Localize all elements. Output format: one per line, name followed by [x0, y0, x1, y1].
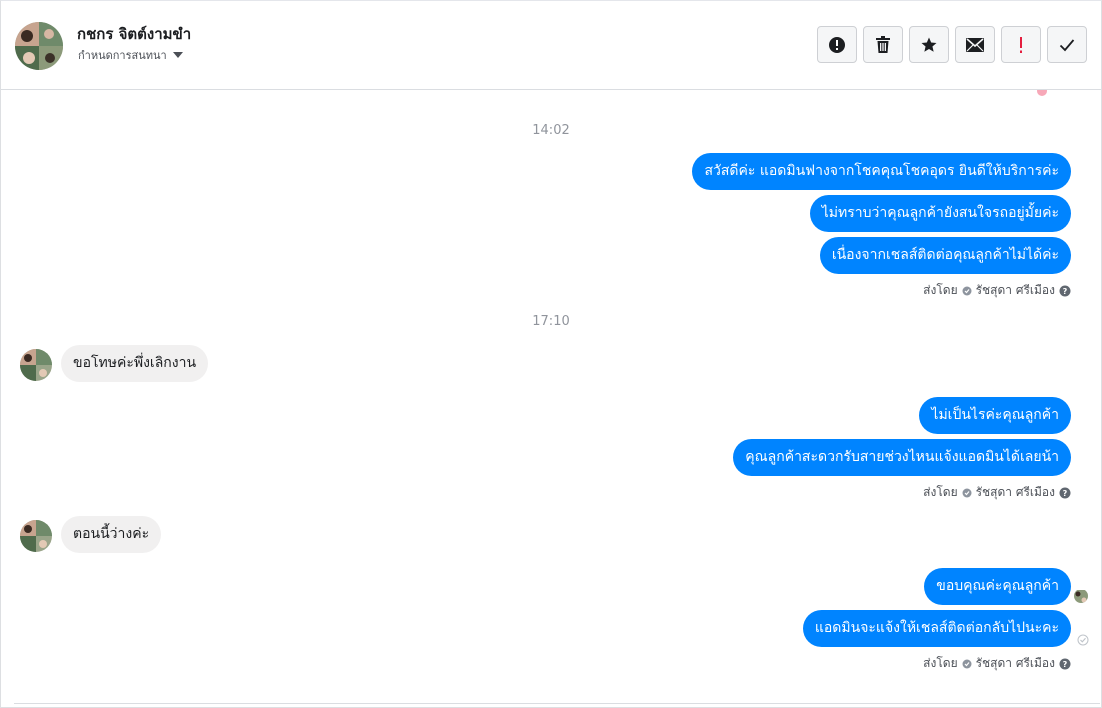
- outgoing-message[interactable]: ไม่ทราบว่าคุณลูกค้ายังสนใจรถอยู่มั้ยค่ะ: [809, 195, 1071, 232]
- outgoing-message[interactable]: สวัสดีค่ะ แอดมินฟางจากโชคคุณโชคอุดร ยินด…: [692, 153, 1071, 190]
- envelope-icon: [966, 37, 984, 52]
- contact-name[interactable]: กชกร จิตต์งามขำ: [77, 22, 191, 46]
- timestamp: 14:02: [532, 123, 570, 138]
- checkmark-icon: [1059, 38, 1075, 51]
- caret-down-icon: [172, 52, 183, 58]
- sent-by-prefix: ส่งโดย: [923, 283, 958, 297]
- outgoing-message[interactable]: ไม่เป็นไรค่ะคุณลูกค้า: [919, 397, 1071, 434]
- incoming-message[interactable]: ตอนนี้ว่างค่ะ: [61, 516, 162, 553]
- message-row: ไม่ทราบว่าคุณลูกค้ายังสนใจรถอยู่มั้ยค่ะ: [1, 195, 1101, 232]
- exclamation-icon: [1020, 36, 1022, 53]
- svg-text:?: ?: [1063, 287, 1068, 296]
- mark-unread-button[interactable]: [955, 26, 995, 63]
- sent-by-info: ส่งโดย รัชสุดา ศรีเมือง ?: [923, 281, 1071, 300]
- outgoing-message[interactable]: ขอบคุณค่ะคุณลูกค้า: [924, 568, 1071, 605]
- alert-circle-icon: [829, 36, 845, 53]
- assign-conversation-dropdown[interactable]: กำหนดการสนทนา: [78, 46, 183, 64]
- follow-up-button[interactable]: [1001, 26, 1041, 63]
- svg-text:?: ?: [1063, 489, 1068, 498]
- timestamp: 17:10: [532, 314, 570, 329]
- message-row: แอดมินจะแจ้งให้เชลส์ติดต่อกลับไปนะคะ: [1, 610, 1101, 647]
- outgoing-message[interactable]: คุณลูกค้าสะดวกรับสายช่วงไหนแจ้งแอดมินได้…: [733, 439, 1071, 476]
- outgoing-message[interactable]: เนื่องจากเชลส์ติดต่อคุณลูกค้าไม่ได้ค่ะ: [819, 237, 1071, 274]
- message-row: ขอโทษค่ะพึ่งเลิกงาน: [1, 345, 1101, 382]
- composer-divider: [14, 703, 1100, 706]
- conversation-header: กชกร จิตต์งามขำ กำหนดการสนทนา: [1, 1, 1101, 90]
- message-row: ตอนนี้ว่างค่ะ: [1, 516, 1101, 553]
- message-row: ขอบคุณค่ะคุณลูกค้า: [1, 568, 1101, 605]
- star-icon: [921, 37, 937, 52]
- help-icon[interactable]: ?: [1059, 285, 1071, 297]
- verified-icon: [962, 488, 972, 498]
- mark-done-button[interactable]: [1047, 26, 1087, 63]
- report-spam-button[interactable]: [817, 26, 857, 63]
- reaction-dot: [1037, 90, 1047, 96]
- sent-by-info: ส่งโดย รัชสุดา ศรีเมือง ?: [923, 483, 1071, 502]
- incoming-message[interactable]: ขอโทษค่ะพึ่งเลิกงาน: [61, 345, 209, 382]
- message-row: ไม่เป็นไรค่ะคุณลูกค้า: [1, 397, 1101, 434]
- sender-name[interactable]: รัชสุดา ศรีเมือง: [976, 654, 1055, 673]
- message-row: สวัสดีค่ะ แอดมินฟางจากโชคคุณโชคอุดร ยินด…: [1, 153, 1101, 190]
- help-icon[interactable]: ?: [1059, 658, 1071, 670]
- message-thread[interactable]: 14:02 สวัสดีค่ะ แอดมินฟางจากโชคคุณโชคอุด…: [1, 90, 1101, 706]
- outgoing-message[interactable]: แอดมินจะแจ้งให้เชลส์ติดต่อกลับไปนะคะ: [802, 610, 1071, 647]
- contact-avatar[interactable]: [15, 22, 63, 70]
- seen-avatar: [1074, 589, 1088, 603]
- help-icon[interactable]: ?: [1059, 487, 1071, 499]
- message-row: เนื่องจากเชลส์ติดต่อคุณลูกค้าไม่ได้ค่ะ: [1, 237, 1101, 274]
- sender-name[interactable]: รัชสุดา ศรีเมือง: [976, 281, 1055, 300]
- conversation-actions: [817, 26, 1087, 63]
- assign-label: กำหนดการสนทนา: [78, 49, 167, 62]
- delete-button[interactable]: [863, 26, 903, 63]
- trash-icon: [876, 35, 890, 53]
- sent-by-prefix: ส่งโดย: [923, 656, 958, 670]
- delivered-check-icon: [1077, 631, 1089, 650]
- sender-name[interactable]: รัชสุดา ศรีเมือง: [976, 483, 1055, 502]
- sent-by-info: ส่งโดย รัชสุดา ศรีเมือง ?: [923, 654, 1071, 673]
- star-button[interactable]: [909, 26, 949, 63]
- verified-icon: [962, 659, 972, 669]
- sent-by-prefix: ส่งโดย: [923, 485, 958, 499]
- message-row: คุณลูกค้าสะดวกรับสายช่วงไหนแจ้งแอดมินได้…: [1, 439, 1101, 476]
- svg-text:?: ?: [1063, 660, 1068, 669]
- verified-icon: [962, 286, 972, 296]
